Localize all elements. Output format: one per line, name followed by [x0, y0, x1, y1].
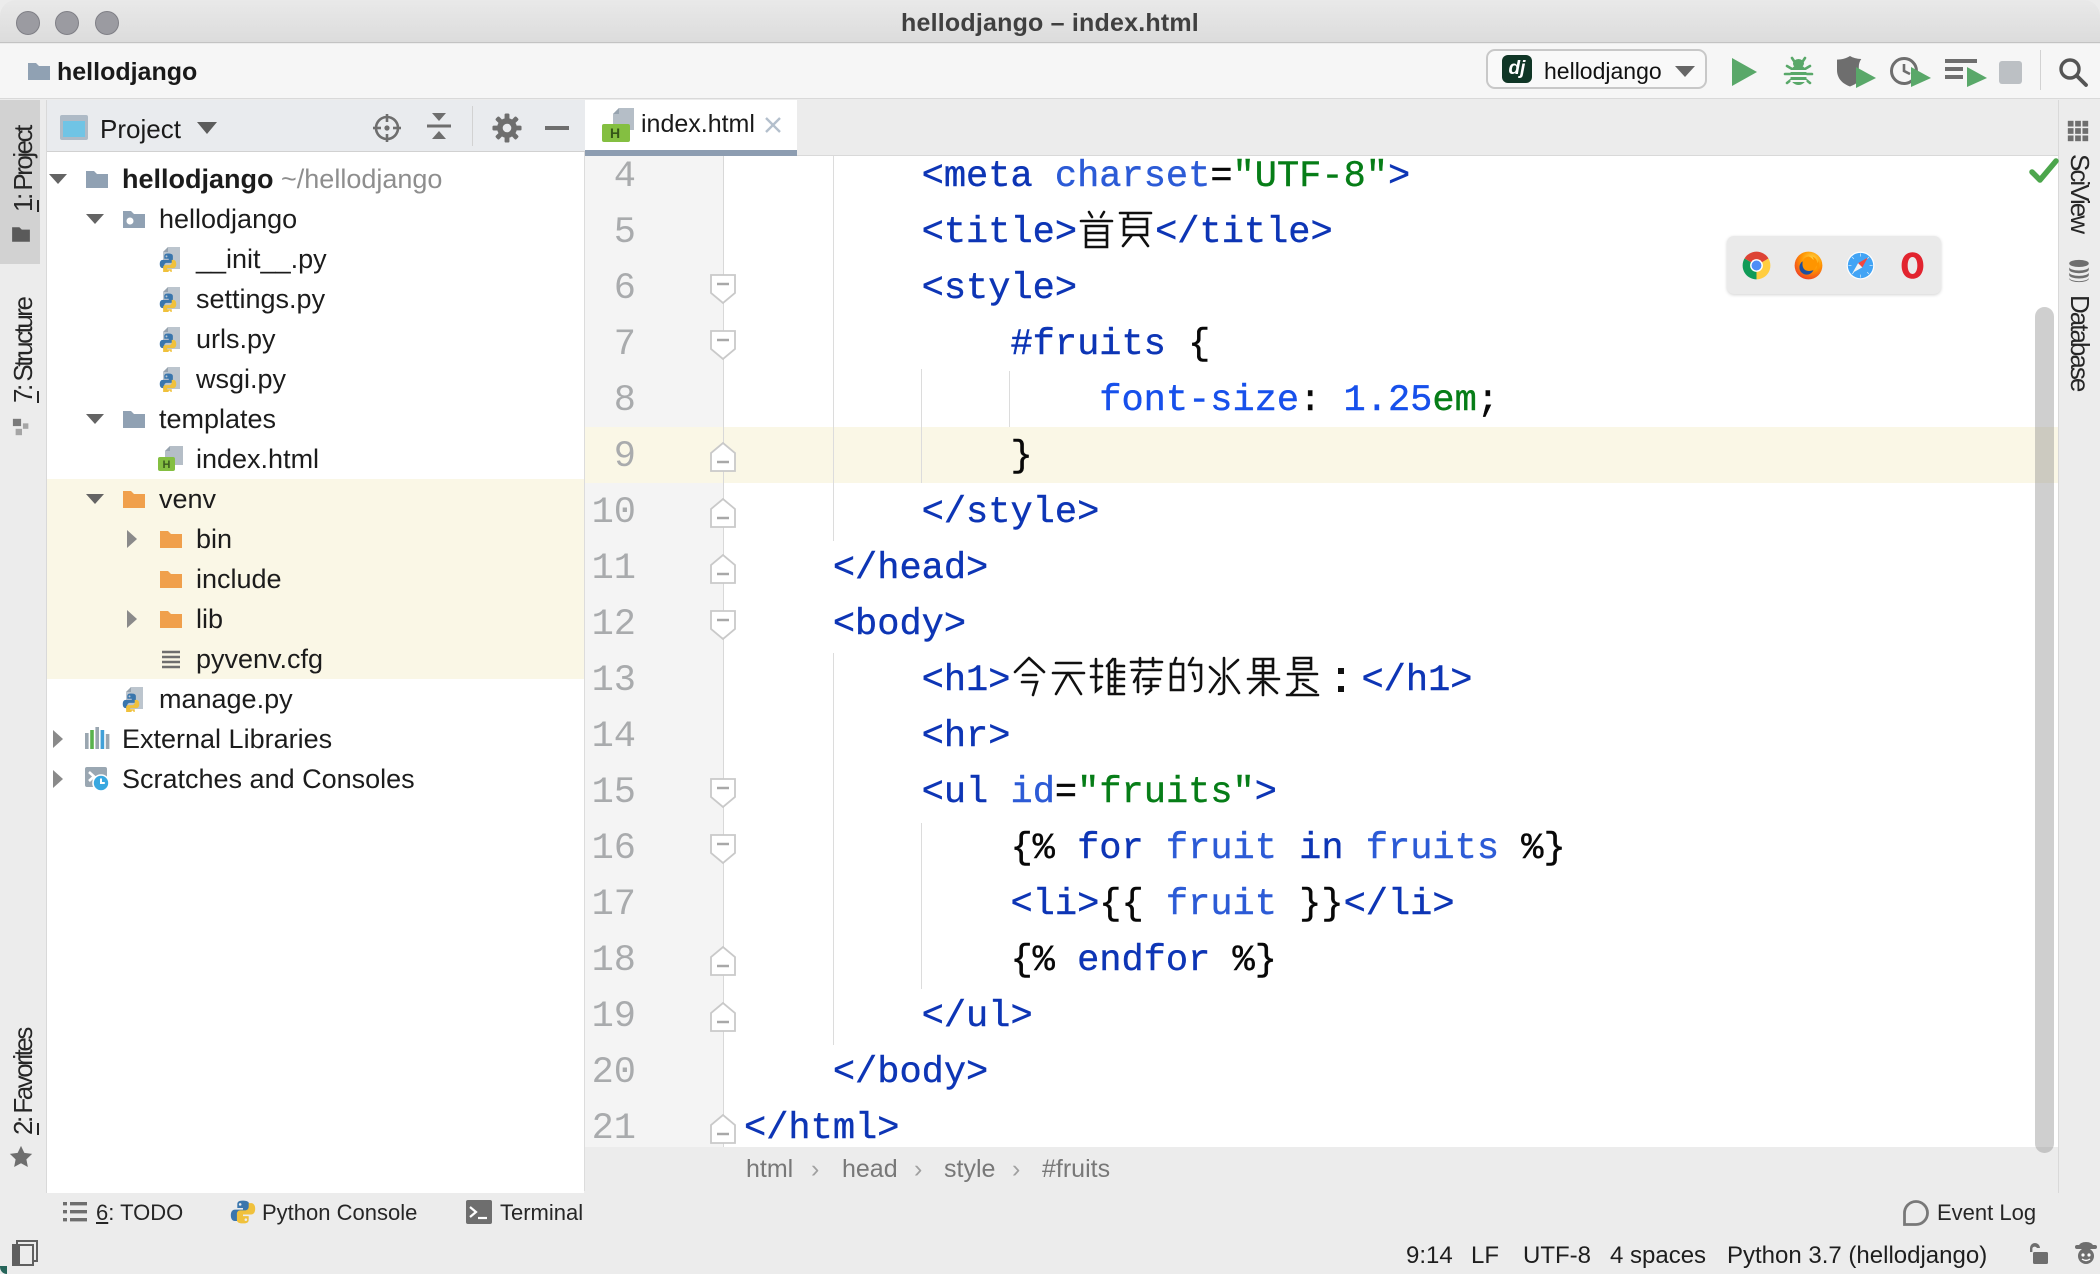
svg-text:H: H: [610, 125, 620, 141]
svg-text:H: H: [163, 459, 171, 471]
